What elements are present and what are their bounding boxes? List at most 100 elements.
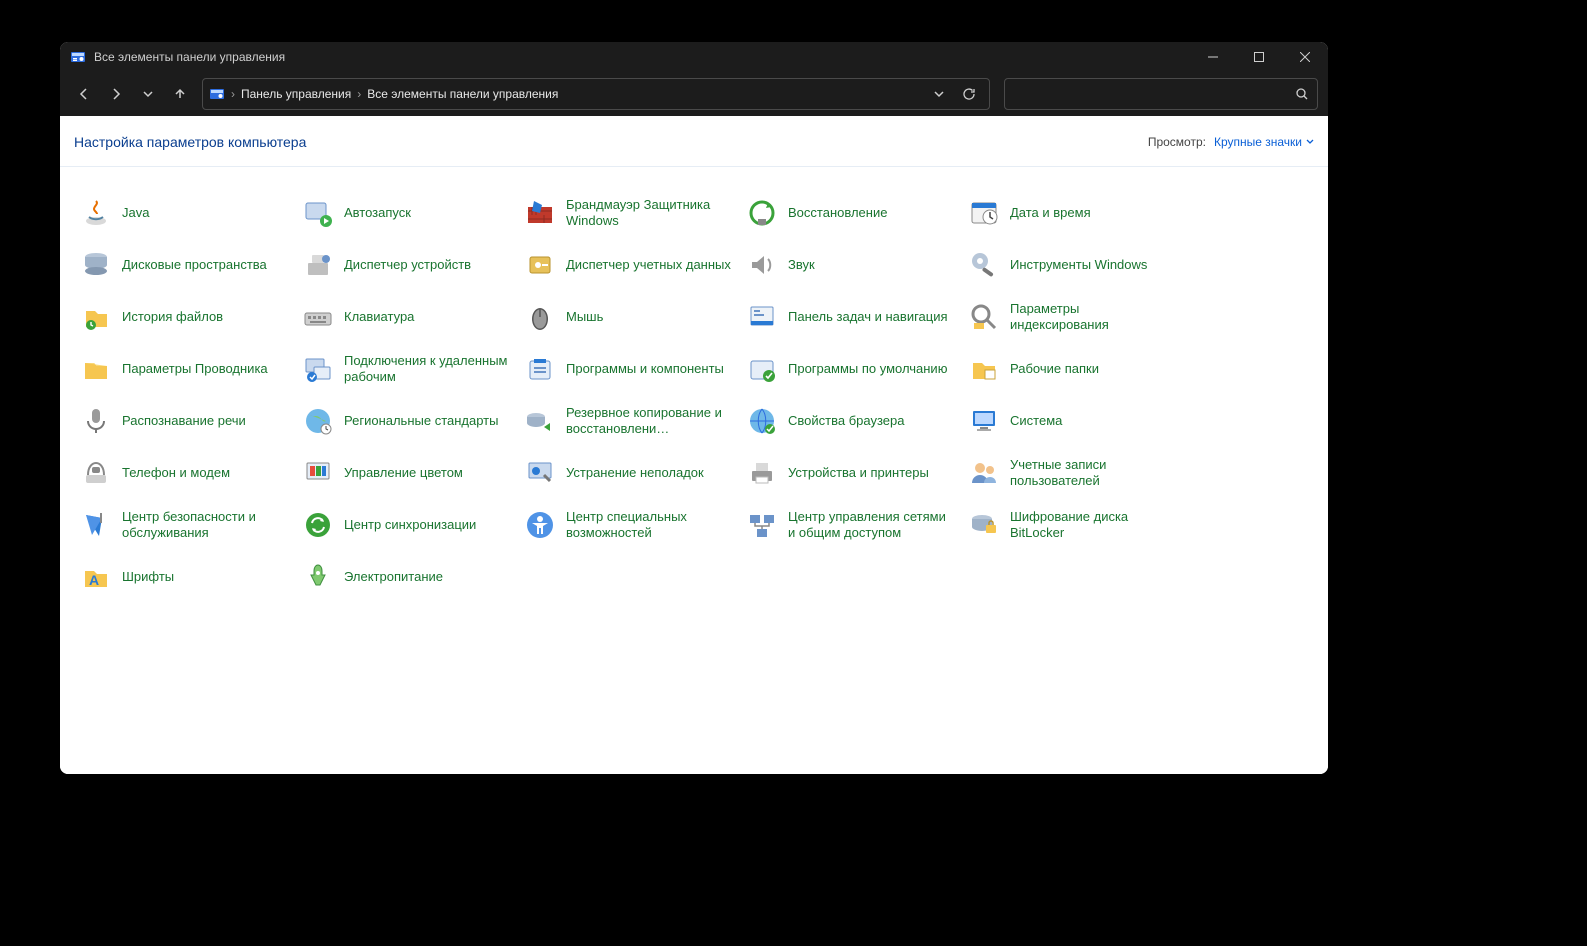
- item-label: Клавиатура: [344, 309, 414, 325]
- close-button[interactable]: [1282, 42, 1328, 72]
- backup-icon: [524, 405, 556, 437]
- control-panel-item[interactable]: Программы и компоненты: [518, 347, 740, 391]
- network-sharing-icon: [746, 509, 778, 541]
- programs-icon: [524, 353, 556, 385]
- control-panel-item[interactable]: Инструменты Windows: [962, 243, 1184, 287]
- mouse-icon: [524, 301, 556, 333]
- control-panel-item[interactable]: Клавиатура: [296, 295, 518, 339]
- navigation-bar: › Панель управления › Все элементы панел…: [60, 72, 1328, 116]
- control-panel-item[interactable]: Центр синхронизации: [296, 503, 518, 547]
- control-panel-window: Все элементы панели управления: [60, 42, 1328, 774]
- control-panel-item[interactable]: Центр специальных возможностей: [518, 503, 740, 547]
- item-label: Инструменты Windows: [1010, 257, 1147, 273]
- item-label: Мышь: [566, 309, 603, 325]
- breadcrumb-current[interactable]: Все элементы панели управления: [367, 87, 558, 101]
- item-label: Диспетчер учетных данных: [566, 257, 731, 273]
- default-programs-icon: [746, 353, 778, 385]
- item-label: Центр управления сетями и общим доступом: [788, 509, 956, 542]
- control-panel-item[interactable]: Учетные записи пользователей: [962, 451, 1184, 495]
- device-manager-icon: [302, 249, 334, 281]
- control-panel-item[interactable]: Мышь: [518, 295, 740, 339]
- control-panel-item[interactable]: Центр безопасности и обслуживания: [74, 503, 296, 547]
- control-panel-item[interactable]: A Шрифты: [74, 555, 296, 599]
- view-by-dropdown[interactable]: Крупные значки: [1214, 135, 1314, 149]
- address-history-button[interactable]: [925, 80, 953, 108]
- maximize-button[interactable]: [1236, 42, 1282, 72]
- control-panel-item[interactable]: Звук: [740, 243, 962, 287]
- control-panel-item[interactable]: Шифрование диска BitLocker: [962, 503, 1184, 547]
- control-panel-item[interactable]: Электропитание: [296, 555, 518, 599]
- control-panel-item[interactable]: Распознавание речи: [74, 399, 296, 443]
- control-panel-item[interactable]: Параметры Проводника: [74, 347, 296, 391]
- item-label: Java: [122, 205, 149, 221]
- view-by-label: Просмотр:: [1148, 135, 1206, 149]
- control-panel-item[interactable]: Параметры индексирования: [962, 295, 1184, 339]
- item-label: Учетные записи пользователей: [1010, 457, 1178, 490]
- control-panel-item[interactable]: Свойства браузера: [740, 399, 962, 443]
- control-panel-item[interactable]: Дата и время: [962, 191, 1184, 235]
- search-icon: [1295, 87, 1309, 101]
- item-label: Система: [1010, 413, 1062, 429]
- control-panel-item[interactable]: Устройства и принтеры: [740, 451, 962, 495]
- item-label: Диспетчер устройств: [344, 257, 471, 273]
- credential-manager-icon: [524, 249, 556, 281]
- refresh-button[interactable]: [955, 80, 983, 108]
- sync-center-icon: [302, 509, 334, 541]
- back-button[interactable]: [70, 80, 98, 108]
- item-label: Дисковые пространства: [122, 257, 267, 273]
- control-panel-item[interactable]: Панель задач и навигация: [740, 295, 962, 339]
- item-label: Шифрование диска BitLocker: [1010, 509, 1178, 542]
- address-bar[interactable]: › Панель управления › Все элементы панел…: [202, 78, 990, 110]
- view-by-value: Крупные значки: [1214, 135, 1302, 149]
- storage-spaces-icon: [80, 249, 112, 281]
- control-panel-item[interactable]: Брандмауэр Защитника Windows: [518, 191, 740, 235]
- java-icon: [80, 197, 112, 229]
- control-panel-item[interactable]: История файлов: [74, 295, 296, 339]
- window-title: Все элементы панели управления: [94, 50, 285, 64]
- devices-printers-icon: [746, 457, 778, 489]
- control-panel-item[interactable]: Устранение неполадок: [518, 451, 740, 495]
- internet-options-icon: [746, 405, 778, 437]
- control-panel-item[interactable]: Центр управления сетями и общим доступом: [740, 503, 962, 547]
- region-icon: [302, 405, 334, 437]
- forward-button[interactable]: [102, 80, 130, 108]
- windows-tools-icon: [968, 249, 1000, 281]
- control-panel-item[interactable]: Рабочие папки: [962, 347, 1184, 391]
- control-panel-item[interactable]: Java: [74, 191, 296, 235]
- breadcrumb-root[interactable]: Панель управления: [241, 87, 351, 101]
- control-panel-item[interactable]: Восстановление: [740, 191, 962, 235]
- control-panel-item[interactable]: Резервное копирование и восстановлени…: [518, 399, 740, 443]
- item-label: Центр синхронизации: [344, 517, 476, 533]
- item-label: Программы по умолчанию: [788, 361, 947, 377]
- up-button[interactable]: [166, 80, 194, 108]
- search-input[interactable]: [1004, 78, 1318, 110]
- speech-icon: [80, 405, 112, 437]
- item-label: Звук: [788, 257, 815, 273]
- control-panel-item[interactable]: Автозапуск: [296, 191, 518, 235]
- control-panel-item[interactable]: Диспетчер устройств: [296, 243, 518, 287]
- sound-icon: [746, 249, 778, 281]
- work-folders-icon: [968, 353, 1000, 385]
- control-panel-item[interactable]: Дисковые пространства: [74, 243, 296, 287]
- content-area: Настройка параметров компьютера Просмотр…: [60, 116, 1328, 774]
- control-panel-item[interactable]: Диспетчер учетных данных: [518, 243, 740, 287]
- minimize-button[interactable]: [1190, 42, 1236, 72]
- item-label: Свойства браузера: [788, 413, 904, 429]
- control-panel-item[interactable]: Региональные стандарты: [296, 399, 518, 443]
- autoplay-icon: [302, 197, 334, 229]
- control-panel-item[interactable]: Подключения к удаленным рабочим: [296, 347, 518, 391]
- items-grid: Java Автозапуск Брандмауэр Защитника Win…: [60, 167, 1328, 619]
- control-panel-item[interactable]: Система: [962, 399, 1184, 443]
- item-label: Рабочие папки: [1010, 361, 1099, 377]
- control-panel-item[interactable]: Управление цветом: [296, 451, 518, 495]
- item-label: Брандмауэр Защитника Windows: [566, 197, 734, 230]
- chevron-down-icon: [1306, 138, 1314, 146]
- firewall-icon: [524, 197, 556, 229]
- item-label: Автозапуск: [344, 205, 411, 221]
- control-panel-item[interactable]: Телефон и модем: [74, 451, 296, 495]
- fonts-icon: A: [80, 561, 112, 593]
- remote-desktop-icon: [302, 353, 334, 385]
- control-panel-item[interactable]: Программы по умолчанию: [740, 347, 962, 391]
- item-label: Телефон и модем: [122, 465, 230, 481]
- recent-locations-button[interactable]: [134, 80, 162, 108]
